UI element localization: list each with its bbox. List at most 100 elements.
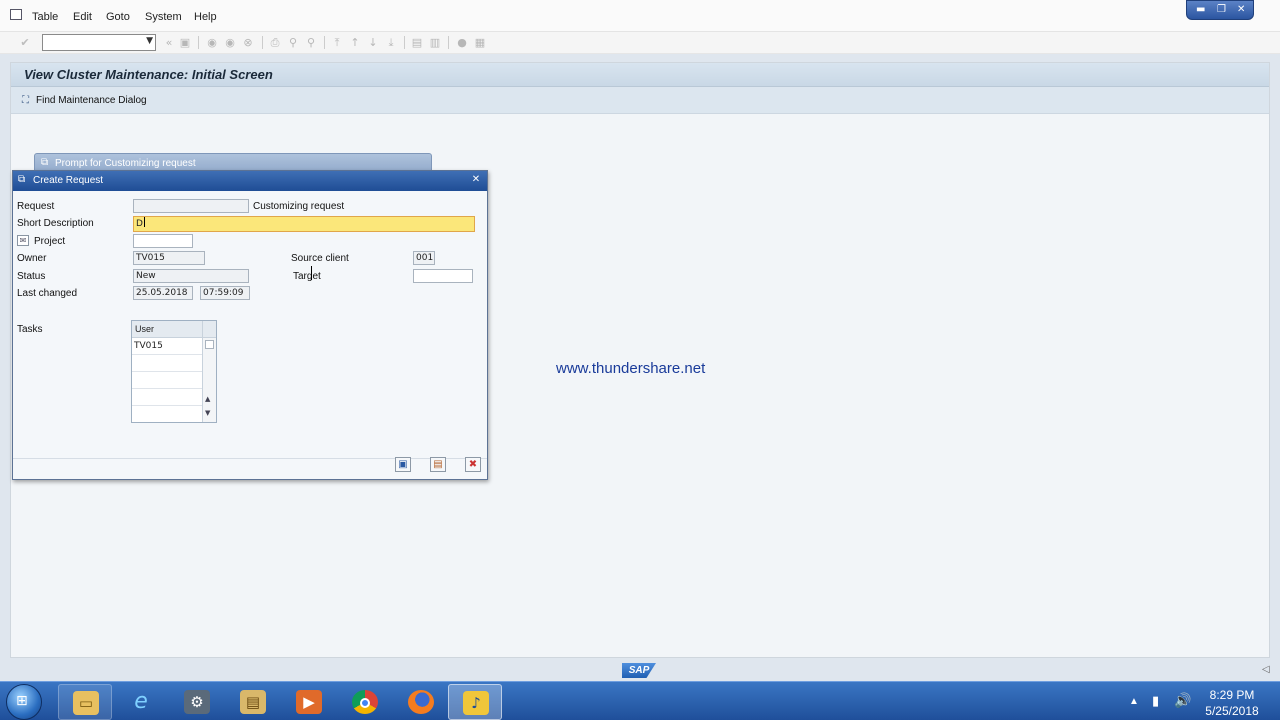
chevron-down-icon[interactable]: ▼ (146, 36, 153, 46)
scroll-thumb[interactable] (205, 340, 214, 349)
menu-bar: Table Edit Goto System Help ▬ ❐ ✕ (0, 0, 1280, 32)
project-label: Project (34, 236, 66, 247)
watermark-text: www.thundershare.net (556, 360, 706, 377)
table-row[interactable] (132, 372, 202, 389)
next-page-icon[interactable]: ↓ (366, 36, 380, 49)
short-description-label: Short Description (17, 218, 94, 229)
shortcut-icon[interactable]: ▥ (428, 36, 442, 49)
short-description-value: D (136, 219, 143, 229)
cancel-button[interactable]: ✖ (465, 457, 481, 472)
project-input[interactable] (133, 234, 193, 248)
dialog-title-bar: ⧉ Create Request ✕ (13, 171, 487, 191)
back-arrow-icon[interactable]: « (162, 36, 176, 49)
last-page-icon[interactable]: ⤓ (384, 36, 398, 49)
window-controls: ▬ ❐ ✕ (1186, 0, 1254, 20)
save-button[interactable]: ▣ (395, 457, 411, 472)
tasks-table: User TV015 ▲ ▼ (131, 320, 217, 423)
menu-goto[interactable]: Goto (106, 11, 130, 23)
status-field: New (133, 269, 249, 283)
find-maintenance-dialog-button[interactable]: Find Maintenance Dialog (36, 95, 147, 106)
find-icon[interactable]: ⚲ (286, 36, 300, 49)
menu-system[interactable]: System (145, 11, 182, 23)
tasks-scrollbar[interactable]: ▲ ▼ (202, 338, 216, 422)
last-changed-label: Last changed (17, 288, 78, 299)
taskbar-sap-gui[interactable]: ⚙ (170, 684, 224, 720)
table-row[interactable] (132, 406, 202, 423)
close-icon[interactable]: ✕ (1237, 4, 1245, 15)
table-row[interactable] (132, 355, 202, 372)
application-toolbar: ⛶ Find Maintenance Dialog (11, 87, 1269, 114)
layout-icon[interactable]: ▦ (473, 36, 487, 49)
menu-table[interactable]: Table (32, 11, 58, 23)
tasks-label: Tasks (17, 324, 43, 335)
close-icon[interactable]: ✕ (470, 174, 482, 186)
menu-edit[interactable]: Edit (73, 11, 92, 23)
enter-icon[interactable]: ✔ (18, 36, 32, 49)
text-cursor-icon (309, 266, 313, 280)
scroll-down-icon[interactable]: ▼ (205, 409, 210, 417)
prompt-dialog-title: Prompt for Customizing request (55, 158, 196, 169)
request-type-text: Customizing request (253, 201, 345, 212)
taskbar-chrome[interactable] (338, 684, 392, 720)
media-player-icon: ▶ (296, 690, 322, 714)
scroll-up-icon[interactable]: ▲ (205, 395, 210, 403)
dialog-icon: ⧉ (18, 174, 26, 185)
sap-logon-icon: ♪ (463, 691, 489, 715)
table-row[interactable] (132, 389, 202, 406)
taskbar-internet-explorer[interactable]: e (114, 684, 168, 720)
clock-time: 8:29 PM (1209, 688, 1255, 702)
network-icon[interactable]: ▮ (1152, 693, 1159, 709)
taskbar-explorer[interactable]: ▭ (58, 684, 112, 720)
restore-icon[interactable]: ❐ (1217, 4, 1226, 15)
taskbar-sap-logon[interactable]: ♪ (448, 684, 502, 720)
short-description-input[interactable]: D (133, 216, 475, 232)
save-icon: ▣ (398, 459, 408, 470)
sap-menu-icon[interactable] (10, 9, 22, 20)
volume-icon[interactable]: 🔊 (1174, 692, 1191, 709)
source-client-label: Source client (291, 253, 349, 264)
dialog-footer-divider (13, 458, 487, 459)
exit-icon[interactable]: ◉ (223, 36, 237, 49)
sap-logo: SAP (622, 663, 656, 678)
previous-page-icon[interactable]: ↑ (348, 36, 362, 49)
status-label: Status (17, 271, 46, 282)
table-row[interactable]: TV015 (132, 338, 202, 355)
project-icon[interactable]: ✉ (17, 235, 29, 246)
owner-label: Owner (17, 253, 47, 264)
page-title: View Cluster Maintenance: Initial Screen (24, 67, 273, 82)
find-next-icon[interactable]: ⚲ (304, 36, 318, 49)
scroll-left-icon[interactable]: ◁ (1262, 664, 1270, 675)
table-settings-cell[interactable] (202, 321, 216, 338)
help-icon[interactable]: ● (455, 36, 469, 49)
cancel-icon[interactable]: ⊗ (241, 36, 255, 49)
sap-logo-text: SAP (628, 665, 650, 676)
own-requests-button[interactable]: ▤ (430, 457, 446, 472)
sap-gui-icon: ⚙ (184, 690, 210, 714)
first-page-icon[interactable]: ⤒ (330, 36, 344, 49)
request-label: Request (17, 201, 55, 212)
minimize-icon[interactable]: ▬ (1196, 4, 1205, 15)
last-changed-date: 25.05.2018 (133, 286, 193, 300)
print-icon[interactable]: ⎙ (268, 36, 282, 49)
cancel-icon: ✖ (468, 459, 478, 470)
start-button[interactable]: ⊞ (6, 684, 42, 720)
create-session-icon[interactable]: ▤ (410, 36, 424, 49)
system-toolbar: ✔ ▼ « ▣ ◉ ◉ ⊗ ⎙ ⚲ ⚲ ⤒ ↑ ↓ ⤓ ▤ ▥ ● ▦ (0, 32, 1280, 54)
command-field[interactable]: ▼ (42, 34, 156, 51)
show-hidden-icons-icon[interactable]: ▲ (1129, 696, 1139, 707)
save-icon[interactable]: ▣ (178, 36, 192, 49)
owner-field: TV015 (133, 251, 205, 265)
back-icon[interactable]: ◉ (205, 36, 219, 49)
task-user-cell: TV015 (134, 341, 163, 351)
menu-help[interactable]: Help (194, 11, 217, 23)
taskbar-file-manager[interactable]: ▤ (226, 684, 280, 720)
target-input[interactable] (413, 269, 473, 283)
windows-logo-icon: ⊞ (16, 693, 28, 709)
taskbar-media-player[interactable]: ▶ (282, 684, 336, 720)
internet-explorer-icon: e (134, 689, 148, 714)
explorer-icon: ▭ (73, 691, 99, 715)
system-clock[interactable]: 8:29 PM 5/25/2018 (1196, 687, 1268, 719)
dialog-icon: ⧉ (41, 157, 49, 168)
taskbar-firefox[interactable] (394, 684, 448, 720)
clock-date: 5/25/2018 (1205, 704, 1259, 718)
